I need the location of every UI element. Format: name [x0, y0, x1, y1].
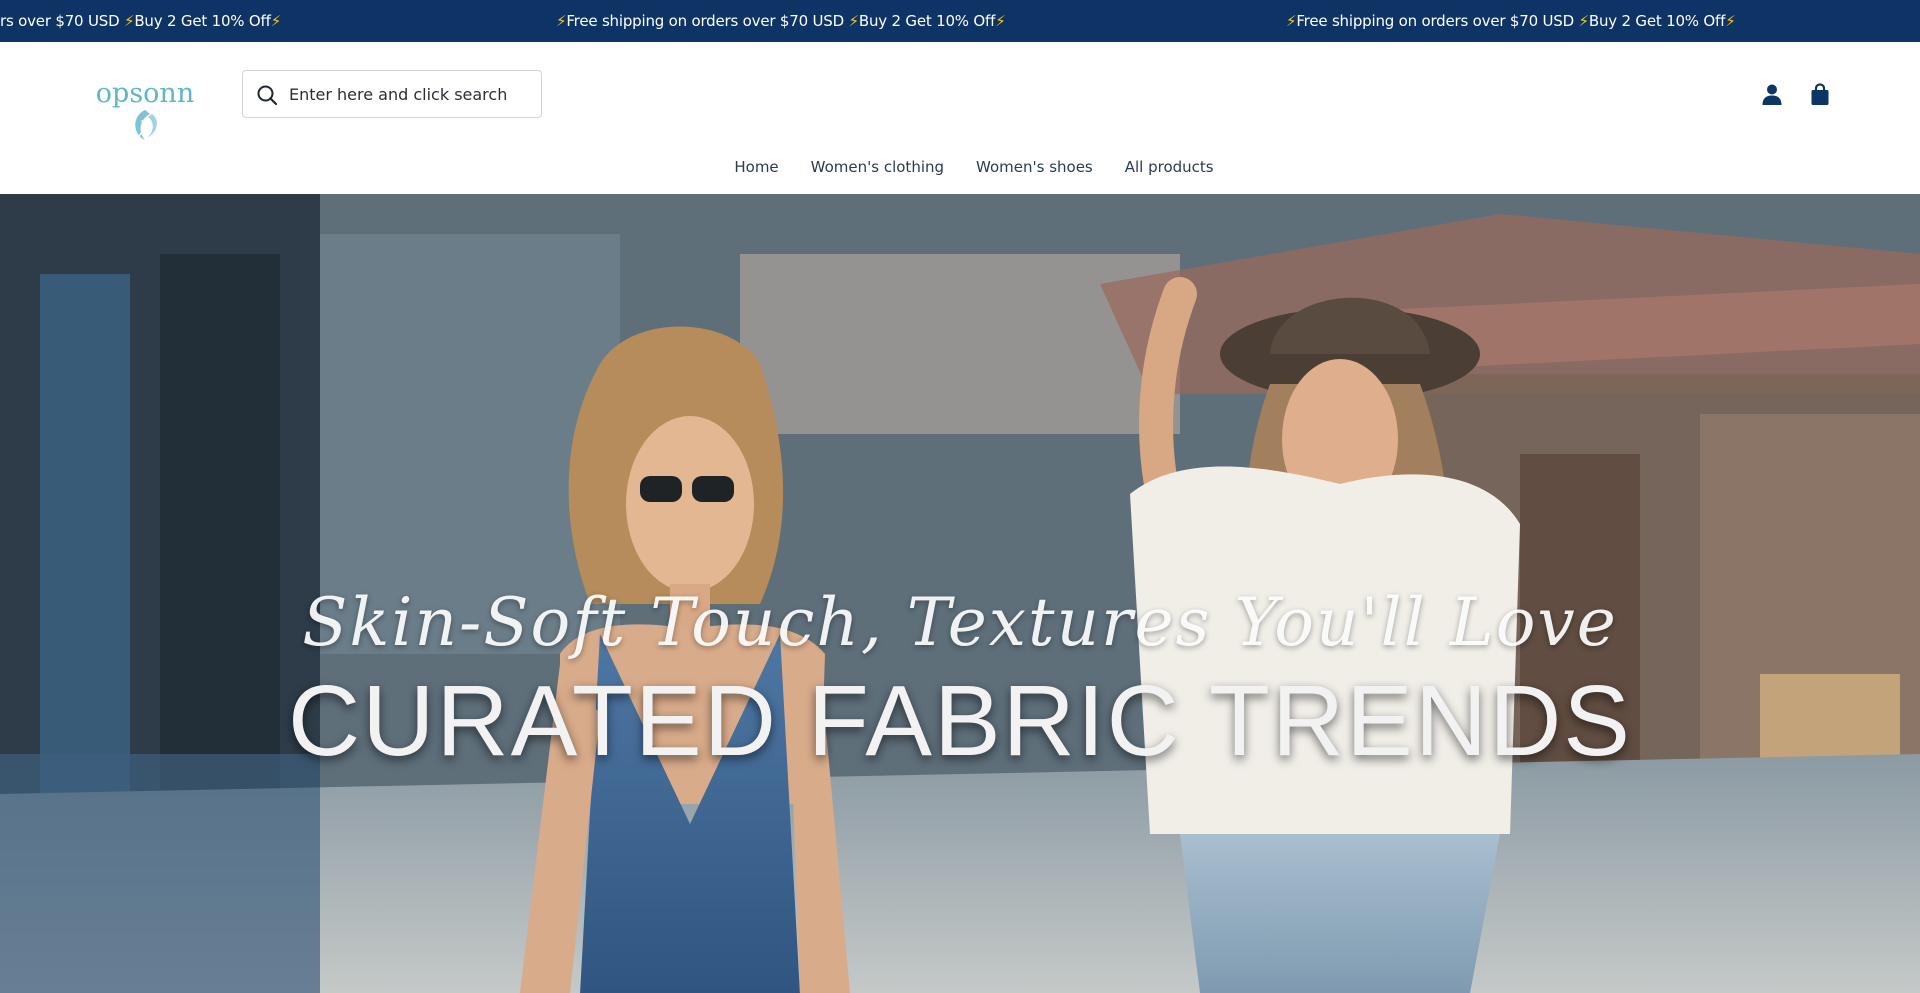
search-box[interactable] [242, 70, 542, 118]
logo-text: opsonn [96, 78, 194, 109]
lightning-icon: ⚡ [270, 12, 282, 30]
hero-subtitle: Skin-Soft Touch, Textures You'll Love [302, 584, 1618, 661]
announcement-offer: Buy 2 Get 10% Off [1588, 12, 1726, 30]
lightning-icon: ⚡ [556, 12, 567, 30]
announcement-text: Free shipping on orders over $70 USD [1296, 12, 1579, 30]
announcement-item: ⚡Free shipping on orders over $70 USD ⚡B… [1286, 0, 1736, 42]
nav-item-womens-clothing[interactable]: Women's clothing [811, 152, 944, 182]
search-input[interactable] [289, 71, 537, 117]
lightning-icon: ⚡ [995, 12, 1006, 30]
announcement-text: rs over $70 USD [0, 12, 124, 30]
announcement-text: Free shipping on orders over $70 USD [566, 12, 849, 30]
search-icon[interactable] [256, 84, 278, 106]
lightning-icon: ⚡ [1725, 12, 1736, 30]
announcement-item: rs over $70 USD ⚡Buy 2 Get 10% Off⚡ [0, 0, 281, 42]
hero-banner[interactable]: Skin-Soft Touch, Textures You'll Love CU… [0, 194, 1920, 993]
account-icon[interactable] [1760, 82, 1784, 106]
announcement-offer: Buy 2 Get 10% Off [134, 12, 271, 30]
nav-item-womens-shoes[interactable]: Women's shoes [976, 152, 1093, 182]
nav-item-home[interactable]: Home [734, 152, 778, 182]
lightning-icon: ⚡ [1286, 12, 1297, 30]
leaf-emblem-icon [135, 110, 157, 140]
announcement-bar: rs over $70 USD ⚡Buy 2 Get 10% Off⚡ ⚡Fre… [0, 0, 1920, 42]
announcement-item: ⚡Free shipping on orders over $70 USD ⚡B… [556, 0, 1006, 42]
lightning-icon: ⚡ [124, 12, 135, 30]
site-header: opsonn Home Women's clothing Women's s [0, 42, 1920, 194]
lightning-icon: ⚡ [1578, 12, 1590, 30]
lightning-icon: ⚡ [848, 12, 860, 30]
logo-image: opsonn [96, 78, 194, 140]
shopping-bag-icon[interactable] [1808, 82, 1832, 106]
logo[interactable]: opsonn [82, 62, 208, 148]
nav-item-all-products[interactable]: All products [1125, 152, 1214, 182]
hero-title: CURATED FABRIC TRENDS [287, 665, 1632, 777]
announcement-offer: Buy 2 Get 10% Off [858, 12, 996, 30]
main-nav: Home Women's clothing Women's shoes All … [0, 152, 1920, 182]
